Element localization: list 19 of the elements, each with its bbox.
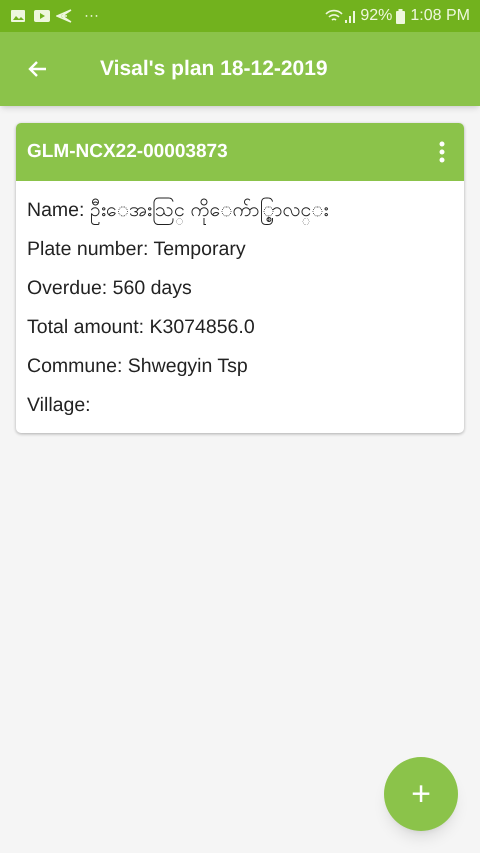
field-line: Overdue: 560 days	[27, 276, 193, 301]
clock: 1:08 PM	[410, 6, 470, 26]
wifi-icon	[325, 9, 344, 23]
more-icon	[439, 141, 445, 163]
gallery-icon	[10, 9, 26, 23]
video-icon	[34, 10, 50, 22]
field-line: Total amount: K3074856.0	[27, 314, 256, 340]
screen-title: Visal's plan 18-12-2019	[100, 56, 328, 82]
battery-percent: 92%	[360, 6, 392, 26]
add-button[interactable]: +	[384, 757, 458, 831]
field-line: Commune: Shwegyin Tsp	[27, 354, 249, 379]
field-line: Village:	[27, 392, 92, 418]
field-line: Plate number: Temporary	[27, 236, 247, 262]
field-line: Name: ဦးေအးသြင္ ကိုေက်ာ္စြာလင္း	[27, 191, 453, 230]
battery-icon	[396, 8, 406, 24]
signal-icon	[345, 9, 358, 23]
more-notifications: ···	[84, 6, 99, 26]
send-icon	[56, 9, 72, 23]
card-title: GLM-NCX22-00003873	[27, 140, 229, 164]
